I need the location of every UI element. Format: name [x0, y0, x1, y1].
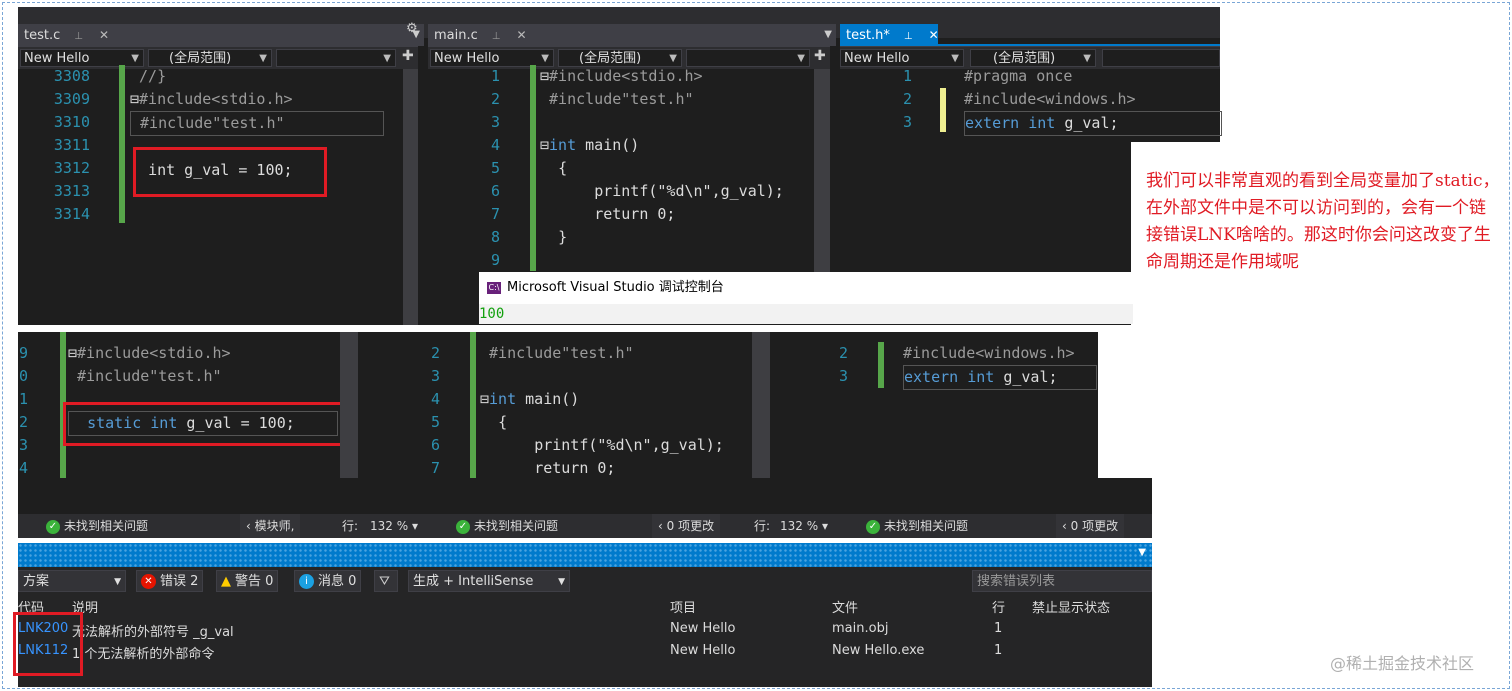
line-numbers: 23: [838, 344, 848, 385]
row-label: 行:: [754, 519, 771, 533]
col-line[interactable]: 行: [992, 597, 1005, 616]
code-main-c: ⊟#include<stdio.h> #include"test.h" ⊟int…: [540, 67, 784, 246]
module-nav[interactable]: ‹ 模块师,: [240, 514, 301, 538]
change-bar: [470, 332, 476, 478]
status-bar-right: 132 % ▾ ✓ 未找到相关问题 ‹ 0 项更改: [778, 514, 1152, 538]
panel-title-bar[interactable]: ▼: [18, 543, 1152, 567]
messages-filter-button[interactable]: i 消息 0: [294, 570, 362, 592]
check-icon: ✓: [456, 519, 470, 534]
change-bar: [119, 65, 125, 223]
errors-filter-button[interactable]: ✕ 错误 2: [136, 570, 204, 592]
close-icon[interactable]: ✕: [516, 28, 526, 42]
error-project: New Hello: [670, 621, 736, 636]
error-line: 1: [994, 643, 1003, 658]
tab-label: main.c: [434, 28, 478, 43]
error-file: main.obj: [832, 621, 889, 636]
error-code-highlight: [13, 612, 83, 676]
line-numbers: 901234: [18, 344, 28, 477]
tab-test-c[interactable]: test.c ⊥ ✕ ▼: [18, 24, 424, 46]
status-bar-left: ✓ 未找到相关问题 ‹ 模块师, 行:: [18, 514, 368, 538]
row-label: 行:: [342, 519, 359, 533]
scrollbar[interactable]: [814, 69, 830, 279]
tab-main-c[interactable]: main.c ⊥ ✕ ▼: [428, 24, 836, 46]
code-test-h-bottom: #include<windows.h> extern int g_val;: [903, 342, 1097, 390]
scrollbar[interactable]: [403, 69, 418, 325]
error-desc: 无法解析的外部符号 _g_val: [72, 625, 234, 640]
pin-icon[interactable]: ⊥: [74, 31, 83, 42]
check-icon: ✓: [866, 519, 880, 534]
console-output: 100: [479, 304, 1133, 324]
pin-icon[interactable]: ⊥: [492, 31, 501, 42]
error-icon: ✕: [141, 574, 156, 589]
debug-console: C:\ Microsoft Visual Studio 调试控制台 100: [479, 272, 1133, 324]
line-numbers: 123456789: [490, 67, 500, 269]
error-project: New Hello: [670, 643, 736, 658]
watermark: @稀土掘金技术社区: [1330, 654, 1475, 673]
change-bar: [878, 342, 884, 388]
console-title: Microsoft Visual Studio 调试控制台: [507, 280, 724, 295]
line-numbers: 123: [902, 67, 912, 131]
close-icon[interactable]: ✕: [99, 28, 109, 42]
tab-label: test.h*: [846, 28, 890, 43]
line-numbers: 3308 3309 3310 3311 3312 3313 3314: [53, 67, 90, 223]
chevron-down-icon[interactable]: ▼: [824, 24, 832, 46]
zoom-select[interactable]: 132 % ▾: [780, 519, 828, 533]
vs-console-icon: C:\: [487, 281, 501, 294]
clear-filter-button[interactable]: ⛛: [374, 570, 398, 592]
changes-nav[interactable]: ‹ 0 项更改: [1056, 514, 1125, 538]
scope-select[interactable]: 方案 ▼: [18, 570, 126, 592]
gear-icon[interactable]: ⚙: [406, 21, 418, 36]
chevron-down-icon[interactable]: ▼: [1138, 547, 1146, 558]
error-list-panel: 方案 ▼ ✕ 错误 2 ▲ 警告 0 i 消息 0 ⛛ 生成 + IntelliSens…: [18, 567, 1152, 687]
highlight-box: [133, 147, 327, 197]
highlight-box: [63, 402, 353, 446]
split-icon[interactable]: ✚: [402, 48, 414, 64]
scrollbar[interactable]: [340, 332, 358, 478]
tab-test-h[interactable]: test.h* ⊥ ✕: [840, 24, 939, 46]
change-bar: [530, 65, 536, 271]
scrollbar[interactable]: [752, 332, 770, 478]
status-bar-mid: 132 % ▾ ✓ 未找到相关问题 ‹ 0 项更改 行:: [368, 514, 778, 538]
split-icon[interactable]: ✚: [814, 48, 826, 64]
warning-icon: ▲: [221, 574, 231, 589]
info-icon: i: [299, 574, 314, 589]
zoom-select[interactable]: 132 % ▾: [370, 519, 418, 533]
error-file: New Hello.exe: [832, 643, 925, 658]
issues-status[interactable]: 未找到相关问题: [64, 519, 148, 533]
col-project[interactable]: 项目: [670, 597, 696, 616]
filter-icon: ⛛: [379, 574, 390, 589]
error-desc: 1 个无法解析的外部命令: [72, 647, 215, 662]
issues-status[interactable]: 未找到相关问题: [474, 519, 558, 533]
code-test-h: #pragma once #include<windows.h> extern …: [964, 65, 1222, 136]
col-suppress[interactable]: 禁止显示状态: [1032, 597, 1110, 616]
issues-status[interactable]: 未找到相关问题: [884, 519, 968, 533]
warnings-filter-button[interactable]: ▲ 警告 0: [216, 570, 279, 592]
bottom-editor-screenshot: 901234 ⊟#include<stdio.h> #include"test.…: [18, 332, 1098, 500]
close-icon[interactable]: ✕: [929, 28, 939, 42]
error-line: 1: [994, 621, 1003, 636]
unsaved-change-bar: [940, 88, 946, 132]
col-file[interactable]: 文件: [832, 597, 858, 616]
tab-label: test.c: [24, 28, 61, 43]
annotation-note: 我们可以非常直观的看到全局变量加了static，在外部文件中是不可以访问到的，会…: [1146, 171, 1500, 272]
changes-nav[interactable]: ‹ 0 项更改: [652, 514, 721, 538]
build-filter-select[interactable]: 生成 + IntelliSense ▼: [408, 570, 570, 592]
search-errors-input[interactable]: 搜索错误列表: [972, 570, 1152, 592]
check-icon: ✓: [46, 519, 60, 534]
pin-icon[interactable]: ⊥: [904, 31, 913, 42]
